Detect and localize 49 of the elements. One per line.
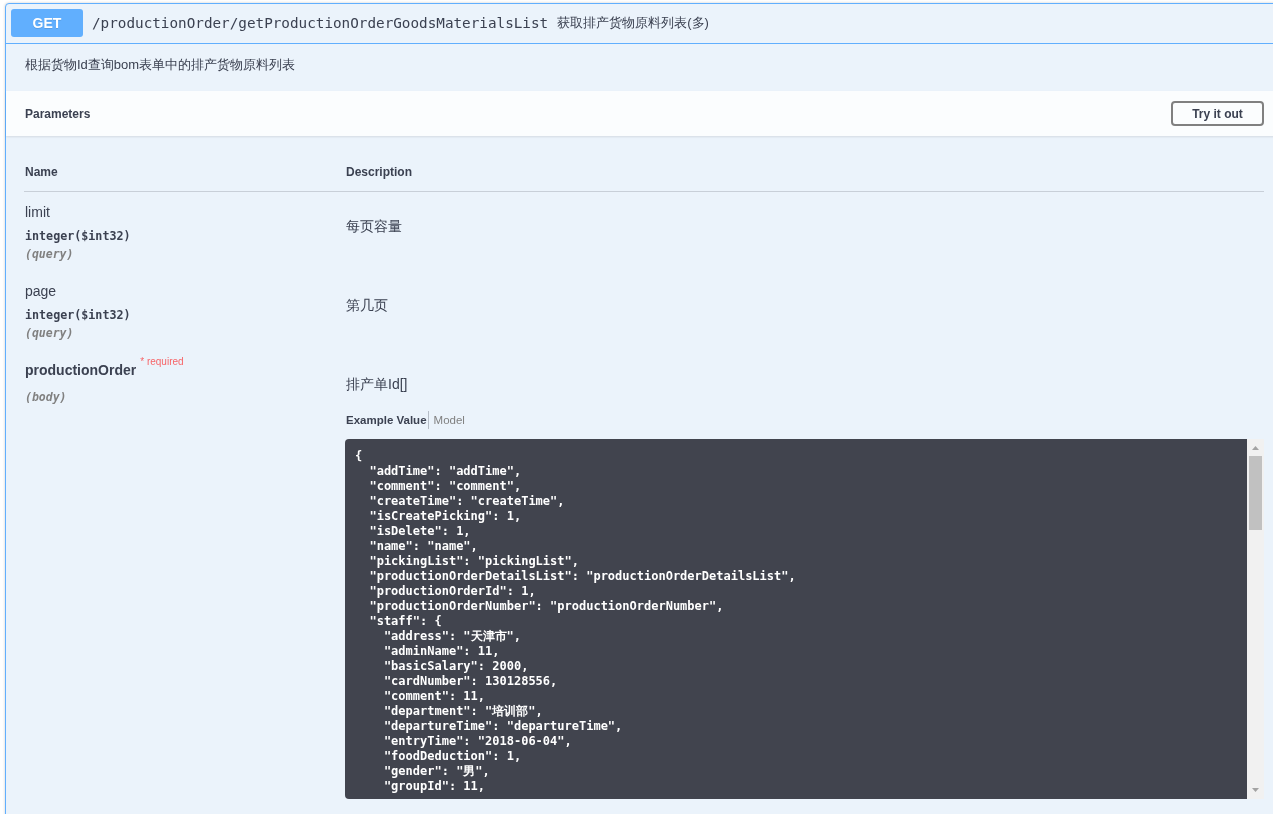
tab[interactable]: Model [433, 412, 465, 428]
code-line: "foodDeduction": 1, [382, 749, 522, 764]
required-label: * required [140, 355, 184, 369]
code-line: "address": "天津市", [382, 629, 522, 644]
code-line: "comment": 11, [382, 689, 486, 704]
param-name: limit [25, 203, 50, 222]
code-line: "productionOrderDetailsList": "productionOrderDetailsList", [368, 569, 796, 584]
code-line: "addTime": "addTime", [368, 464, 522, 479]
param-name: productionOrder [25, 361, 137, 380]
param-description: 每页容量 [346, 217, 402, 236]
endpoint-path: /productionOrder/getProductionOrderGoodsMaterialsList [92, 15, 549, 31]
endpoint-description: 根据货物Id查询bom表单中的排产货物原料列表 [25, 56, 296, 74]
code-line: "adminName": 11, [382, 644, 500, 659]
code-line: "groupId": 11, [382, 779, 486, 794]
code-line: "productionOrderNumber": "productionOrderNumber", [368, 599, 724, 614]
scrollbar[interactable] [1247, 439, 1264, 799]
code-line: "gender": "男", [382, 764, 490, 779]
param-location: (body) [25, 389, 67, 406]
column-header: Description [346, 164, 412, 181]
method-badge: GET [11, 9, 83, 37]
param-type: integer($int32) [25, 307, 131, 324]
tab[interactable]: Example Value [346, 412, 427, 428]
param-description: 排产单Id[] [346, 375, 408, 394]
param-name: page [25, 282, 57, 301]
section-title: Parameters [25, 106, 91, 121]
scroll-down-icon[interactable] [1252, 788, 1259, 792]
code-line: "pickingList": "pickingList", [368, 554, 579, 569]
code-line: { [355, 449, 363, 464]
code-line: "productionOrderId": 1, [368, 584, 536, 599]
code-line: "departureTime": "departureTime", [382, 719, 623, 734]
try-it-out-button[interactable]: Try it out [1171, 101, 1264, 126]
code-line: "department": "培训部", [382, 704, 543, 719]
code-line: "staff": { [368, 614, 442, 629]
param-type: integer($int32) [25, 228, 131, 245]
column-header: Name [25, 164, 58, 181]
param-description: 第几页 [346, 296, 388, 315]
code-line: "basicSalary": 2000, [382, 659, 529, 674]
code-line: "entryTime": "2018-06-04", [382, 734, 572, 749]
code-line: "createTime": "createTime", [368, 494, 565, 509]
param-location: (query) [25, 246, 74, 263]
code-line: "cardNumber": 130128556, [382, 674, 558, 689]
endpoint-summary: 获取排产货物原料列表(多) [557, 14, 709, 32]
scroll-up-icon[interactable] [1252, 446, 1259, 450]
param-location: (query) [25, 325, 74, 342]
code-line: "comment": "comment", [368, 479, 522, 494]
code-line: "isDelete": 1, [368, 524, 471, 539]
code-line: "isCreatePicking": 1, [368, 509, 522, 524]
scrollbar-thumb[interactable] [1249, 456, 1262, 530]
code-line: "name": "name", [368, 539, 478, 554]
